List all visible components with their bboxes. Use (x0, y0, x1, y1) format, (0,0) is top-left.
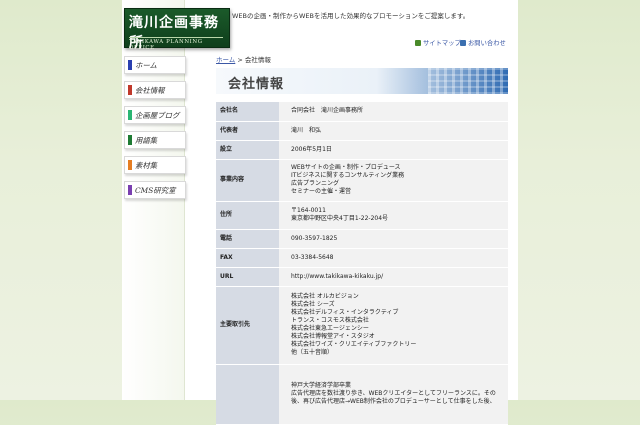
table-row: 事業内容 WEBサイトの企画・制作・プロデュース ITビジネスに関するコンサルティン… (216, 159, 508, 202)
nav-item-label: 用語集 (135, 136, 158, 145)
row-key: 設立 (216, 140, 279, 160)
nav-item-label: 企画屋ブログ (135, 111, 180, 120)
row-key: 事業内容 (216, 159, 279, 202)
table-row: 電話 090-3597-1825 (216, 229, 508, 249)
url-link[interactable]: http://www.takikawa-kikaku.jp/ (291, 273, 504, 281)
row-value-line: ITビジネスに関するコンサルティング業務 (291, 172, 405, 179)
table-row: 神戸大学経済学部卒業 広告代理店を数社渡り歩き、WEBクリエイターとしてフリーラン… (216, 364, 508, 425)
sitemap-icon (415, 40, 421, 46)
nav-item-blog[interactable]: 企画屋ブログ (124, 106, 186, 124)
contact-link-label: お問い合わせ (468, 40, 506, 47)
breadcrumb-separator: > (235, 56, 245, 64)
sitemap-link[interactable]: サイトマップ (415, 38, 461, 47)
mail-icon (460, 40, 466, 46)
row-value-line: 株式会社東急エージェンシー (291, 325, 369, 332)
row-value-line: 広告プランニング (291, 180, 340, 187)
table-row: 設立 2006年5月1日 (216, 140, 508, 160)
row-value-line: 2006年5月1日 (291, 145, 332, 153)
row-value-line: 滝川 和弘 (291, 126, 322, 134)
table-row: 代表者 滝川 和弘 (216, 121, 508, 141)
row-key (216, 364, 279, 425)
nav-item-materials[interactable]: 素材集 (124, 156, 186, 174)
company-icon (128, 85, 132, 95)
row-value: 2006年5月1日 (279, 140, 508, 160)
table-row: URL http://www.takikawa-kikaku.jp/ (216, 267, 508, 287)
row-value-line: 神戸大学経済学部卒業 (291, 382, 352, 389)
row-value-line: 株式会社 オルカビジョン (291, 293, 359, 300)
breadcrumb-current: 会社情報 (244, 56, 271, 64)
row-key: 代表者 (216, 121, 279, 141)
page-title: 会社情報 (228, 77, 285, 92)
row-value: 〒164-0011 東京都中野区中央4丁目1-22-204号 (279, 201, 508, 230)
row-value-line: 株式会社ワイズ・クリエイティブファクトリー (291, 341, 417, 348)
row-value-line: 〒164-0011 (291, 207, 326, 214)
row-key: URL (216, 267, 279, 287)
main-nav: ホーム 会社情報 企画屋ブログ 用語集 素材集 CMS研究室 (124, 56, 186, 206)
site-tagline: WEBの企画・制作からWEBを活用した効果的なプロモーションをご提案します。 (232, 12, 470, 20)
materials-icon (128, 160, 132, 170)
table-row: 会社名 合同会社 滝川企画事務所 (216, 102, 508, 122)
nav-item-cms[interactable]: CMS研究室 (124, 181, 186, 199)
nav-item-label: ホーム (135, 61, 157, 70)
breadcrumb-home-link[interactable]: ホーム (216, 56, 235, 64)
row-value-line: 他（五十音順） (291, 349, 334, 356)
table-row: FAX 03-3384-5648 (216, 248, 508, 268)
nav-item-company[interactable]: 会社情報 (124, 81, 186, 99)
logo-subtitle: TAKIKAWA PLANNING OFFICE (129, 37, 223, 51)
row-value: 滝川 和弘 (279, 121, 508, 141)
row-value-line: セミナーの主催・運営 (291, 188, 352, 195)
nav-item-label: CMS研究室 (135, 186, 176, 195)
row-value: 合同会社 滝川企画事務所 (279, 102, 508, 122)
row-value-line: 広告代理店を数社渡り歩き、WEBクリエイターとしてフリーランスに。その (291, 390, 496, 397)
nav-item-label: 素材集 (135, 161, 158, 170)
row-value: http://www.takikawa-kikaku.jp/ (279, 267, 508, 287)
glossary-icon (128, 135, 132, 145)
contact-link[interactable]: お問い合わせ (460, 38, 506, 47)
table-row: 主要取引先 株式会社 オルカビジョン 株式会社 シーズ 株式会社デルフィス・インタラク… (216, 286, 508, 365)
company-info-table: 会社名 合同会社 滝川企画事務所 代表者 滝川 和弘 設立 2006年5月1日 事業内容 WE… (216, 102, 508, 425)
row-value-line: WEBサイトの企画・制作・プロデュース (291, 164, 401, 171)
row-key: 会社名 (216, 102, 279, 122)
breadcrumb: ホーム > 会社情報 (216, 54, 271, 64)
row-key: 住所 (216, 201, 279, 230)
row-key: FAX (216, 248, 279, 268)
row-value-line: 株式会社デルフィス・インタラクティブ (291, 309, 399, 316)
nav-item-home[interactable]: ホーム (124, 56, 186, 74)
nav-item-glossary[interactable]: 用語集 (124, 131, 186, 149)
row-value-line: 合同会社 滝川企画事務所 (291, 107, 364, 115)
nav-item-label: 会社情報 (135, 86, 165, 95)
home-icon (128, 60, 132, 70)
row-key: 電話 (216, 229, 279, 249)
row-value: 株式会社 オルカビジョン 株式会社 シーズ 株式会社デルフィス・インタラクティブ トラ… (279, 286, 508, 365)
building-image (428, 68, 508, 94)
row-value: 神戸大学経済学部卒業 広告代理店を数社渡り歩き、WEBクリエイターとしてフリーラン… (279, 364, 508, 425)
row-key: 主要取引先 (216, 286, 279, 365)
table-row: 住所 〒164-0011 東京都中野区中央4丁目1-22-204号 (216, 201, 508, 230)
row-value-line: トランス・コスモス株式会社 (291, 317, 369, 324)
row-value-line: 03-3384-5648 (291, 253, 334, 261)
row-value: 03-3384-5648 (279, 248, 508, 268)
row-value-line: 株式会社博報堂アイ・スタジオ (291, 333, 375, 340)
sitemap-link-label: サイトマップ (423, 40, 461, 47)
row-value: WEBサイトの企画・制作・プロデュース ITビジネスに関するコンサルティング業務広… (279, 159, 508, 202)
row-value-line: 090-3597-1825 (291, 234, 338, 242)
row-value: 090-3597-1825 (279, 229, 508, 249)
row-value-line: 後、再び広告代理店→WEB制作会社のプロデューサーとして仕事をした後、 (291, 398, 496, 405)
site-logo[interactable]: 滝川企画事務所 TAKIKAWA PLANNING OFFICE (124, 8, 230, 51)
row-value-line: 株式会社 シーズ (291, 301, 335, 308)
row-value-line: 東京都中野区中央4丁目1-22-204号 (291, 215, 389, 222)
cms-icon (128, 185, 132, 195)
page-header-banner: 会社情報 (216, 68, 508, 94)
blog-icon (128, 110, 132, 120)
